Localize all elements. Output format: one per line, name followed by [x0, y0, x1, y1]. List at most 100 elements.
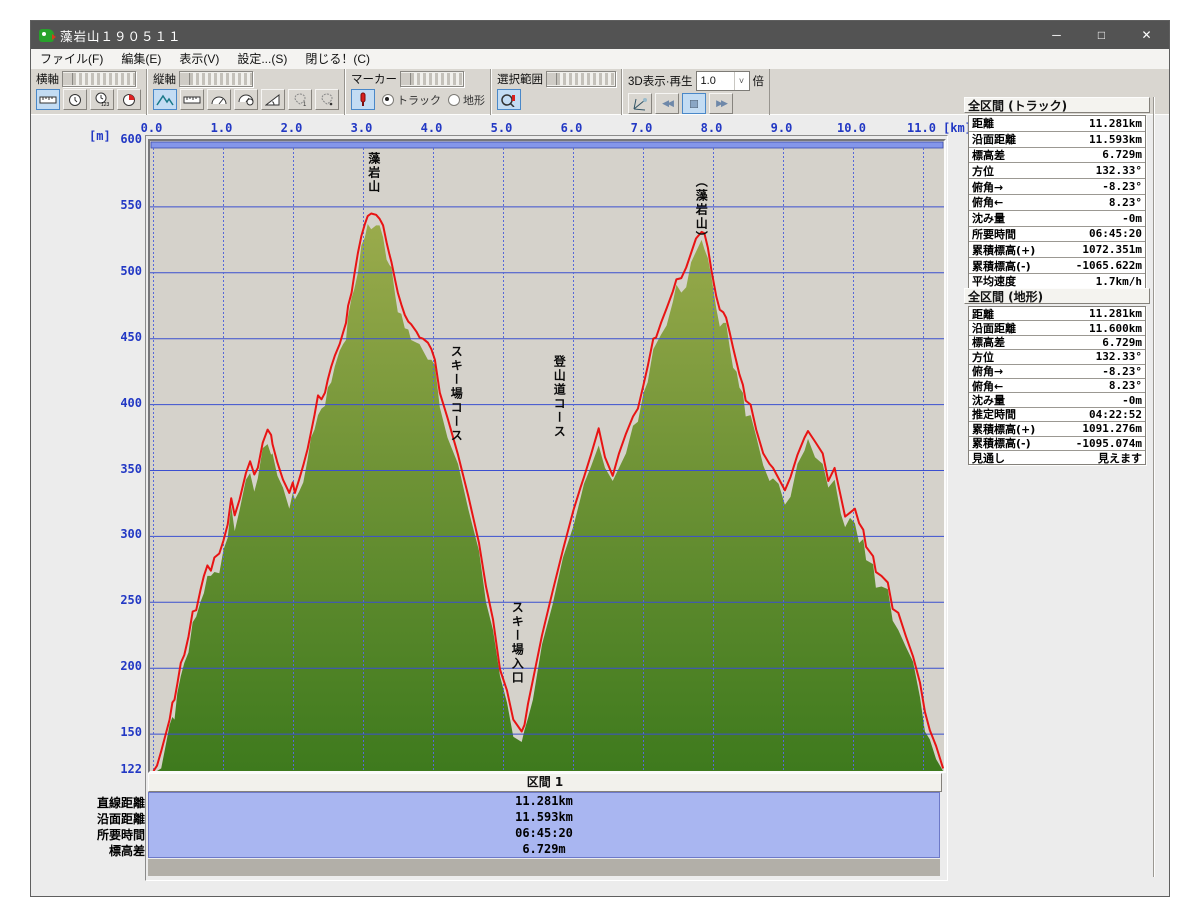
rewind-button[interactable]: ◀◀ [655, 93, 679, 114]
selection-range-slider[interactable] [546, 71, 616, 87]
y-tick: 500 [96, 264, 142, 278]
x-tick: 7.0 [624, 121, 660, 135]
stat-value: 04:22:52 [1089, 408, 1142, 421]
x-distance-ruler-button[interactable] [36, 89, 60, 110]
y-tick: 300 [96, 527, 142, 541]
stat-label: 俯角→ [972, 179, 1003, 195]
segment-table: 11.281km 11.593km 06:45:20 6.729m [148, 792, 940, 858]
elevation-plot[interactable]: 藻岩山（藻岩山）スキー場コース登山道コーススキー場入口 [148, 139, 946, 773]
y-speed-gauge-button[interactable] [207, 89, 231, 110]
forward-button[interactable]: ▶▶ [709, 93, 733, 114]
stat-value: -1065.622m [1076, 259, 1142, 272]
marker-slider[interactable] [400, 71, 464, 87]
stat-value: 8.23° [1109, 196, 1142, 209]
x-tick: 1.0 [204, 121, 240, 135]
x-elapsed-pie-clock-button[interactable] [117, 89, 141, 110]
group-vertical-axis: 縦軸 1 [147, 69, 345, 115]
y-tick: 600 [96, 132, 142, 146]
stats-panel: 全区間 (トラック) 距離11.281km沿面距離11.593km標高差6.72… [964, 97, 1156, 878]
stat-value: -0m [1122, 394, 1142, 407]
terrain-stats-header: 全区間 (地形) [964, 288, 1150, 304]
playback-label: 3D表示·再生 [628, 73, 693, 89]
window-title: 藻岩山１９０５１１ [60, 26, 182, 45]
y-ruler-button[interactable] [180, 89, 204, 110]
stat-label: 平均速度 [972, 273, 1016, 289]
x-tick: 4.0 [414, 121, 450, 135]
stat-row: 沿面距離 11.593km [969, 132, 1145, 148]
stat-row: 累積標高(+) 1072.351m [969, 242, 1145, 258]
horizontal-axis-label: 横軸 [36, 71, 59, 87]
y-elevation-mountain-button[interactable] [153, 89, 177, 110]
marker-track-radio[interactable]: トラック [382, 92, 441, 108]
stat-value: 見えます [1098, 450, 1142, 466]
segment-surface-distance-label: 沿面距離 [57, 810, 145, 827]
stat-label: 標高差 [972, 147, 1005, 163]
svg-text:1: 1 [303, 102, 307, 106]
stat-value: 11.593km [1089, 133, 1142, 146]
minimize-button[interactable]: ─ [1034, 21, 1079, 49]
selection-range-bar[interactable] [151, 142, 943, 148]
marker-pen-button[interactable] [351, 89, 375, 110]
horizontal-axis-slider[interactable] [62, 71, 136, 87]
y-pace-gauge-clock-button[interactable] [234, 89, 258, 110]
stat-value: 11.281km [1089, 117, 1142, 130]
y-tick: 550 [96, 198, 142, 212]
playback-speed-dropdown[interactable]: 1.0˅ [696, 71, 750, 91]
menu-file[interactable]: ファイル(F) [31, 49, 112, 69]
x-tick: 9.0 [764, 121, 800, 135]
x-time-clock-button[interactable] [63, 89, 87, 110]
3d-view-icon-button[interactable] [628, 93, 652, 114]
track-stats-header: 全区間 (トラック) [964, 97, 1150, 113]
y-tick: 450 [96, 330, 142, 344]
y-marker-dot-button[interactable] [315, 89, 339, 110]
segment-straight-distance-value: 11.281km [149, 794, 939, 808]
stat-label: 見通し [972, 450, 1005, 466]
x-time-number-clock-button[interactable]: 123 [90, 89, 114, 110]
stat-value: 132.33° [1096, 164, 1142, 177]
title-bar: 藻岩山１９０５１１ ─ □ ✕ [31, 21, 1169, 49]
y-marker-one-button[interactable]: 1 [288, 89, 312, 110]
stat-value: 1072.351m [1082, 243, 1142, 256]
stat-label: 沈み量 [972, 210, 1005, 226]
y-tick: 400 [96, 396, 142, 410]
menu-close[interactable]: 閉じる！(C) [296, 49, 379, 69]
y-tick: 200 [96, 659, 142, 673]
x-tick: 3.0 [344, 121, 380, 135]
stat-row: 俯角→-8.23° [969, 179, 1145, 195]
elevation-chart-svg [150, 141, 944, 771]
vertical-axis-slider[interactable] [179, 71, 253, 87]
segment-duration-label: 所要時間 [57, 826, 145, 843]
stat-value: 8.23° [1109, 379, 1142, 392]
stat-row: 方位 132.33° [969, 163, 1145, 179]
x-tick: 11.0 [904, 121, 940, 135]
stat-value: 132.33° [1096, 350, 1142, 363]
stat-row: 標高差6.729m [969, 148, 1145, 164]
y-tick: 150 [96, 725, 142, 739]
group-selection-range: 選択範囲 [491, 69, 622, 115]
stat-row: 沈み量-0m [969, 211, 1145, 227]
app-icon [39, 29, 54, 42]
stat-row: 距離 11.281km [969, 116, 1145, 132]
playback-speed-suffix: 倍 [753, 73, 765, 89]
group-3d-playback: 3D表示·再生 1.0˅ 倍 ◀◀ ▶▶ [622, 69, 770, 115]
menu-view[interactable]: 表示(V) [170, 49, 228, 69]
terrain-stats-table: 距離11.281km沿面距離11.600km標高差6.729m方位132.33°… [968, 306, 1146, 465]
svg-text:123: 123 [101, 102, 110, 107]
stat-label: 累積標高(+) [972, 242, 1035, 258]
menu-edit[interactable]: 編集(E) [112, 49, 170, 69]
stat-row: 標高差6.729m [969, 336, 1145, 350]
selection-range-marker-button[interactable] [497, 89, 521, 110]
track-stats-table: 距離 11.281km 沿面距離 11.593km 標高差6.729m方位 132.33°… [968, 115, 1146, 290]
menu-settings[interactable]: 設定...(S) [228, 49, 296, 69]
y-slope-angle-button[interactable] [261, 89, 285, 110]
maximize-button[interactable]: □ [1079, 21, 1124, 49]
close-button[interactable]: ✕ [1124, 21, 1169, 49]
stat-label: 沿面距離 [972, 131, 1016, 147]
stop-button[interactable] [682, 93, 706, 114]
menu-bar: ファイル(F) 編集(E) 表示(V) 設定...(S) 閉じる！(C) [31, 49, 1169, 70]
stat-value: 6.729m [1102, 336, 1142, 349]
stat-label: 距離 [972, 115, 994, 131]
marker-terrain-radio[interactable]: 地形 [448, 92, 485, 108]
stat-label: 方位 [972, 163, 994, 179]
chevron-down-icon: ˅ [734, 72, 749, 90]
